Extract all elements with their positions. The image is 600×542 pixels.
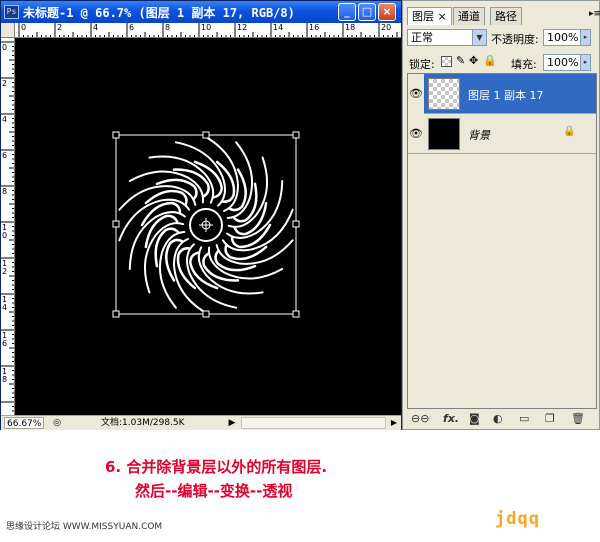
group-icon[interactable]: ▭ — [519, 412, 529, 426]
lock-label: 锁定: — [409, 58, 435, 71]
ruler-label: 20 — [381, 23, 392, 32]
opacity-arrow-icon[interactable]: ▸ — [580, 30, 590, 45]
ruler-label: 2 — [2, 79, 8, 88]
fx-icon[interactable]: fx. — [443, 412, 459, 426]
new-layer-icon[interactable]: ❐ — [545, 412, 555, 426]
brand-logo: jdqq — [495, 509, 540, 529]
opacity-value: 100% — [547, 31, 579, 44]
blend-mode-select[interactable]: 正常 ▼ — [407, 29, 487, 46]
document-size: 文档:1.03M/298.5K — [101, 418, 185, 428]
transform-handle[interactable] — [202, 310, 210, 318]
transform-handle[interactable] — [112, 131, 120, 139]
fill-field[interactable]: 100% ▸ — [543, 54, 591, 71]
ruler-label: 1 4 — [2, 295, 8, 312]
status-bar: 66.67% ◎ 文档:1.03M/298.5K ▶ ▶ — [1, 415, 401, 430]
tab-channels[interactable]: 通道 — [453, 7, 485, 25]
layers-list: 👁 图层 1 副本 17 👁 背景 🔒 — [407, 73, 597, 409]
artwork — [112, 131, 300, 318]
layer-name[interactable]: 图层 1 副本 17 — [468, 87, 544, 103]
ruler-origin[interactable] — [1, 23, 15, 38]
lock-all-icon[interactable]: 🔒 — [483, 54, 497, 67]
ruler-label: 6 — [129, 23, 135, 32]
tab-paths[interactable]: 路径 — [490, 7, 522, 25]
chevron-down-icon: ▼ — [472, 30, 486, 45]
status-options-icon[interactable]: ◎ — [51, 417, 63, 429]
close-button[interactable]: × — [378, 3, 396, 21]
ruler-label: 16 — [309, 23, 320, 32]
maximize-button[interactable]: □ — [358, 3, 376, 21]
mask-icon[interactable]: ◙ — [469, 412, 480, 426]
horizontal-scrollbar[interactable] — [241, 417, 386, 429]
layer-row[interactable]: 👁 图层 1 副本 17 — [408, 74, 596, 114]
document-canvas[interactable] — [15, 38, 401, 415]
fill-value: 100% — [547, 56, 579, 69]
lock-image-icon[interactable]: ✎ — [456, 54, 465, 67]
fill-arrow-icon[interactable]: ▸ — [580, 55, 590, 70]
transform-center-point — [199, 218, 213, 232]
ruler-label: 12 — [237, 23, 248, 32]
layers-bottom-toolbar: ⊖⊖ fx. ◙ ◐ ▭ ❐ 🗑 — [407, 411, 597, 427]
ruler-label: 8 — [165, 23, 171, 32]
transform-handle[interactable] — [292, 220, 300, 228]
opacity-label: 不透明度: — [491, 33, 539, 46]
layers-panel: 图层 × 通道 路径 ▸≡ 正常 ▼ 不透明度: 100% ▸ 锁定: ✎ ✥ … — [402, 0, 600, 430]
scroll-right-arrow-icon[interactable]: ▶ — [388, 417, 400, 429]
ruler-label: 0 — [21, 23, 27, 32]
transform-handle[interactable] — [292, 310, 300, 318]
ruler-label: 1 0 — [2, 223, 8, 240]
document-title-bar[interactable]: Ps 未标题-1 @ 66.7% (图层 1 副本 17, RGB/8) _ □… — [1, 1, 401, 23]
ruler-label: 1 8 — [2, 367, 8, 384]
layer-thumbnail — [428, 78, 460, 110]
ruler-label: 8 — [2, 187, 8, 196]
ruler-label: 4 — [2, 115, 8, 124]
layer-row[interactable]: 👁 背景 🔒 — [408, 114, 596, 154]
lock-position-icon[interactable]: ✥ — [469, 54, 478, 67]
horizontal-ruler[interactable]: 0 2 4 6 8 10 12 14 16 18 20 — [15, 23, 401, 38]
ruler-label: 0 — [2, 43, 8, 52]
ruler-label: 1 6 — [2, 331, 8, 348]
layer-lock-icon: 🔒 — [563, 126, 576, 137]
tab-layers[interactable]: 图层 × — [407, 7, 452, 25]
transform-handle[interactable] — [292, 131, 300, 139]
zoom-field[interactable]: 66.67% — [4, 417, 44, 429]
tutorial-step-text: 6. 合并除背景层以外的所有图层. — [105, 458, 328, 476]
transform-handle[interactable] — [112, 220, 120, 228]
minimize-button[interactable]: _ — [338, 3, 356, 21]
ruler-label: 2 — [57, 23, 63, 32]
opacity-field[interactable]: 100% ▸ — [543, 29, 591, 46]
fill-label: 填充: — [511, 58, 537, 71]
ruler-label: 10 — [201, 23, 212, 32]
lock-transparency-icon[interactable] — [441, 56, 452, 67]
site-footer: 思缘设计论坛 WWW.MISSYUAN.COM — [6, 522, 163, 532]
ruler-label: 18 — [345, 23, 356, 32]
transform-handle[interactable] — [112, 310, 120, 318]
trash-icon[interactable]: 🗑 — [571, 412, 585, 426]
vertical-ruler[interactable]: 0 2 4 6 8 1 0 1 2 1 4 1 6 1 8 — [1, 38, 15, 415]
ruler-label: 6 — [2, 151, 8, 160]
document-title: 未标题-1 @ 66.7% (图层 1 副本 17, RGB/8) — [23, 6, 295, 20]
visibility-eye-icon[interactable]: 👁 — [408, 74, 424, 114]
ruler-label: 1 2 — [2, 259, 8, 276]
visibility-eye-icon[interactable]: 👁 — [408, 114, 424, 154]
tutorial-step-instruction: 然后--编辑--变换--透视 — [135, 482, 293, 500]
transform-handle[interactable] — [202, 131, 210, 139]
ruler-label: 4 — [93, 23, 99, 32]
layer-thumbnail — [428, 118, 460, 150]
panel-menu-icon[interactable]: ▸≡ — [589, 9, 600, 19]
document-window: Ps 未标题-1 @ 66.7% (图层 1 副本 17, RGB/8) _ □… — [0, 0, 402, 430]
photoshop-icon: Ps — [4, 5, 19, 19]
blend-mode-value: 正常 — [411, 31, 433, 44]
ruler-label: 14 — [273, 23, 284, 32]
status-menu-arrow-icon[interactable]: ▶ — [227, 417, 237, 429]
layer-name[interactable]: 背景 — [468, 127, 490, 143]
link-icon[interactable]: ⊖⊖ — [411, 412, 429, 426]
adjustment-icon[interactable]: ◐ — [493, 412, 503, 426]
